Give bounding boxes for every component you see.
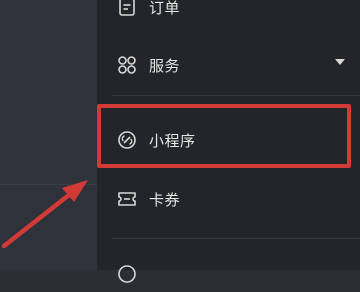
sidebar-item-coupons[interactable]: 卡券	[117, 181, 180, 217]
grid-icon	[117, 55, 137, 75]
highlight-box	[97, 104, 351, 168]
sidebar-item-label: 卡券	[149, 190, 181, 209]
sidebar-item-label: 服务	[149, 56, 181, 75]
left-pane	[0, 0, 97, 270]
ticket-icon	[117, 189, 137, 209]
divider	[112, 95, 360, 96]
sidebar-item-partial[interactable]	[117, 256, 149, 292]
divider	[112, 238, 360, 239]
document-icon	[117, 0, 137, 17]
circle-icon	[117, 264, 137, 284]
sidebar-item-services[interactable]: 服务	[117, 47, 180, 83]
sidebar-item-label: 订单	[149, 0, 181, 17]
chevron-down-icon[interactable]	[335, 59, 345, 65]
sidebar-item-orders[interactable]: 订单	[117, 0, 180, 25]
left-divider	[0, 184, 97, 185]
